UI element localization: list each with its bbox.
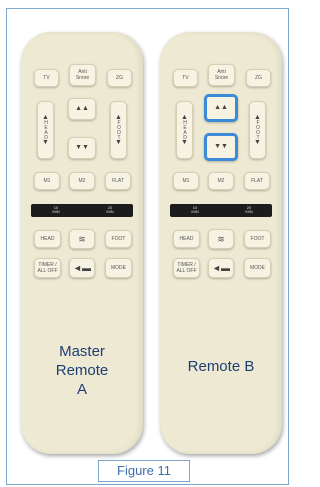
- m2-button[interactable]: M2: [69, 172, 95, 190]
- tv-button[interactable]: TV: [173, 69, 198, 87]
- down-arrow-icon: ▼: [115, 139, 122, 146]
- figure-caption: Figure 11: [98, 460, 190, 482]
- up-arrow-button-highlighted[interactable]: ▲▲: [204, 94, 238, 122]
- zg-button[interactable]: ZG: [246, 69, 271, 87]
- foot-rocker-label: FOOT: [116, 120, 122, 140]
- double-down-arrow-icon: ▼▼: [214, 143, 228, 150]
- head-rocker-button[interactable]: ▲ HEAD ▼: [37, 101, 54, 159]
- m1-button[interactable]: M1: [173, 172, 199, 190]
- anti-snore-button[interactable]: Anti Snore: [208, 64, 235, 86]
- m2-button[interactable]: M2: [208, 172, 234, 190]
- mode-button[interactable]: MODE: [105, 258, 132, 278]
- head-button[interactable]: HEAD: [173, 230, 200, 248]
- foot-rocker-button[interactable]: ▲ FOOT ▼: [110, 101, 127, 159]
- flashlight-icon: ◄▬: [212, 263, 230, 273]
- head-rocker-button[interactable]: ▲ HEAD ▼: [176, 101, 193, 159]
- light-button[interactable]: ◄▬: [208, 258, 234, 278]
- flat-button[interactable]: FLAT: [105, 172, 131, 190]
- head-button[interactable]: HEAD: [34, 230, 61, 248]
- remote-a-label: Master Remote A: [55, 343, 109, 398]
- double-down-arrow-icon: ▼▼: [75, 144, 89, 151]
- massage-wave-icon: ≋: [217, 234, 225, 244]
- down-arrow-icon: ▼: [181, 139, 188, 146]
- foot-button[interactable]: FOOT: [105, 230, 132, 248]
- timer-all-off-button[interactable]: TIMER / ALL OFF: [34, 258, 61, 278]
- timer-display-strip: 10 MIN 20 MIN: [170, 204, 272, 217]
- double-up-arrow-icon: ▲▲: [214, 104, 228, 111]
- flashlight-icon: ◄▬: [73, 263, 91, 273]
- up-arrow-button[interactable]: ▲▲: [68, 98, 96, 120]
- remote-b: TV Anti Snore ZG ▲ HEAD ▼ ▲▲ ▼▼ ▲ FOOT ▼…: [160, 32, 282, 454]
- anti-snore-button[interactable]: Anti Snore: [69, 64, 96, 86]
- foot-button[interactable]: FOOT: [244, 230, 271, 248]
- tv-button[interactable]: TV: [34, 69, 59, 87]
- strip-left-label: 10 MIN: [191, 205, 199, 214]
- massage-wave-button[interactable]: ≋: [208, 229, 234, 249]
- double-up-arrow-icon: ▲▲: [75, 105, 89, 112]
- m1-button[interactable]: M1: [34, 172, 60, 190]
- zg-button[interactable]: ZG: [107, 69, 132, 87]
- foot-rocker-button[interactable]: ▲ FOOT ▼: [249, 101, 266, 159]
- master-remote-a: TV Anti Snore ZG ▲ HEAD ▼ ▲▲ ▼▼ ▲ FOOT ▼…: [21, 32, 143, 454]
- down-arrow-button-highlighted[interactable]: ▼▼: [204, 133, 238, 161]
- strip-right-label: 20 MIN: [106, 205, 114, 214]
- head-rocker-label: HEAD: [43, 120, 49, 140]
- down-arrow-button[interactable]: ▼▼: [68, 137, 96, 159]
- foot-rocker-label: FOOT: [255, 120, 261, 140]
- timer-all-off-button[interactable]: TIMER / ALL OFF: [173, 258, 200, 278]
- massage-wave-button[interactable]: ≋: [69, 229, 95, 249]
- timer-display-strip: 10 MIN 20 MIN: [31, 204, 133, 217]
- strip-left-label: 10 MIN: [52, 205, 60, 214]
- strip-right-label: 20 MIN: [245, 205, 253, 214]
- remote-b-label: Remote B: [187, 358, 255, 375]
- massage-wave-icon: ≋: [78, 234, 86, 244]
- light-button[interactable]: ◄▬: [69, 258, 95, 278]
- down-arrow-icon: ▼: [42, 139, 49, 146]
- head-rocker-label: HEAD: [182, 120, 188, 140]
- flat-button[interactable]: FLAT: [244, 172, 270, 190]
- down-arrow-icon: ▼: [254, 139, 261, 146]
- mode-button[interactable]: MODE: [244, 258, 271, 278]
